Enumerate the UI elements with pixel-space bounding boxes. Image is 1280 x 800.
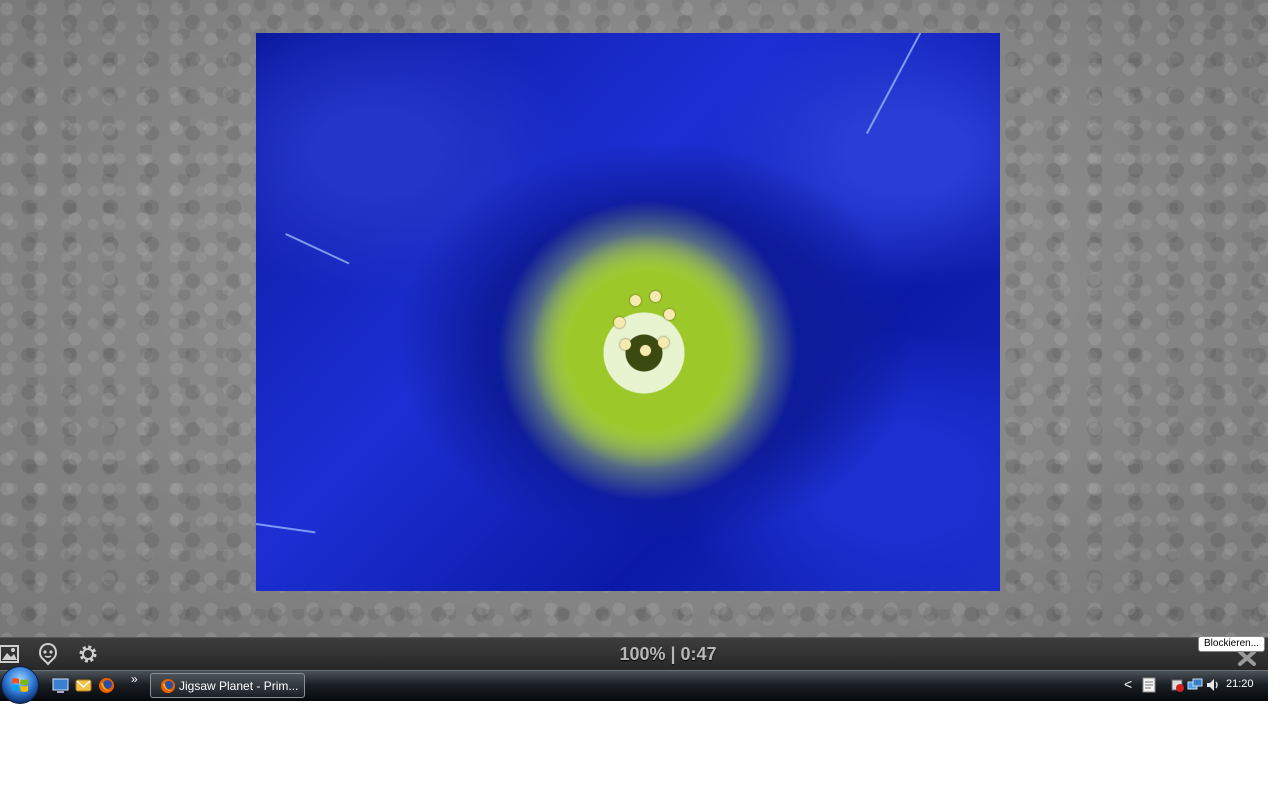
taskbar-button-label: Jigsaw Planet - Prim...	[179, 679, 299, 693]
progress-timer-text: 100% | 0:47	[619, 644, 717, 664]
volume-icon[interactable]	[1205, 677, 1221, 693]
completed-puzzle-image[interactable]	[256, 33, 1000, 591]
network-icon[interactable]	[1187, 677, 1203, 693]
quick-launch-overflow-button[interactable]: »	[131, 672, 138, 686]
windows-logo-icon	[12, 678, 28, 692]
notes-icon[interactable]	[1141, 677, 1157, 693]
settings-gear-icon[interactable]	[76, 642, 100, 666]
taskbar-button-jigsaw-planet[interactable]: Jigsaw Planet - Prim...	[150, 673, 305, 698]
mail-icon[interactable]	[75, 677, 92, 694]
close-icon[interactable]	[1236, 650, 1258, 666]
firefox-icon	[160, 678, 176, 694]
firefox-icon[interactable]	[98, 677, 115, 694]
taskbar: » Jigsaw Planet - Prim... < 21:20	[0, 670, 1268, 701]
start-button[interactable]	[1, 666, 39, 704]
puzzle-board[interactable]	[0, 0, 1268, 637]
system-clock[interactable]: 21:20	[1226, 678, 1254, 690]
show-desktop-icon[interactable]	[52, 677, 69, 694]
window-edge	[1268, 0, 1280, 700]
image-preview-icon[interactable]	[0, 642, 22, 666]
show-hidden-icons-button[interactable]: <	[1124, 676, 1132, 692]
usb-device-icon[interactable]	[1169, 677, 1185, 693]
game-toolbar: 100% | 0:47	[0, 637, 1268, 671]
ghost-image-icon[interactable]	[36, 642, 60, 666]
block-tooltip: Blockieren...	[1198, 636, 1266, 652]
